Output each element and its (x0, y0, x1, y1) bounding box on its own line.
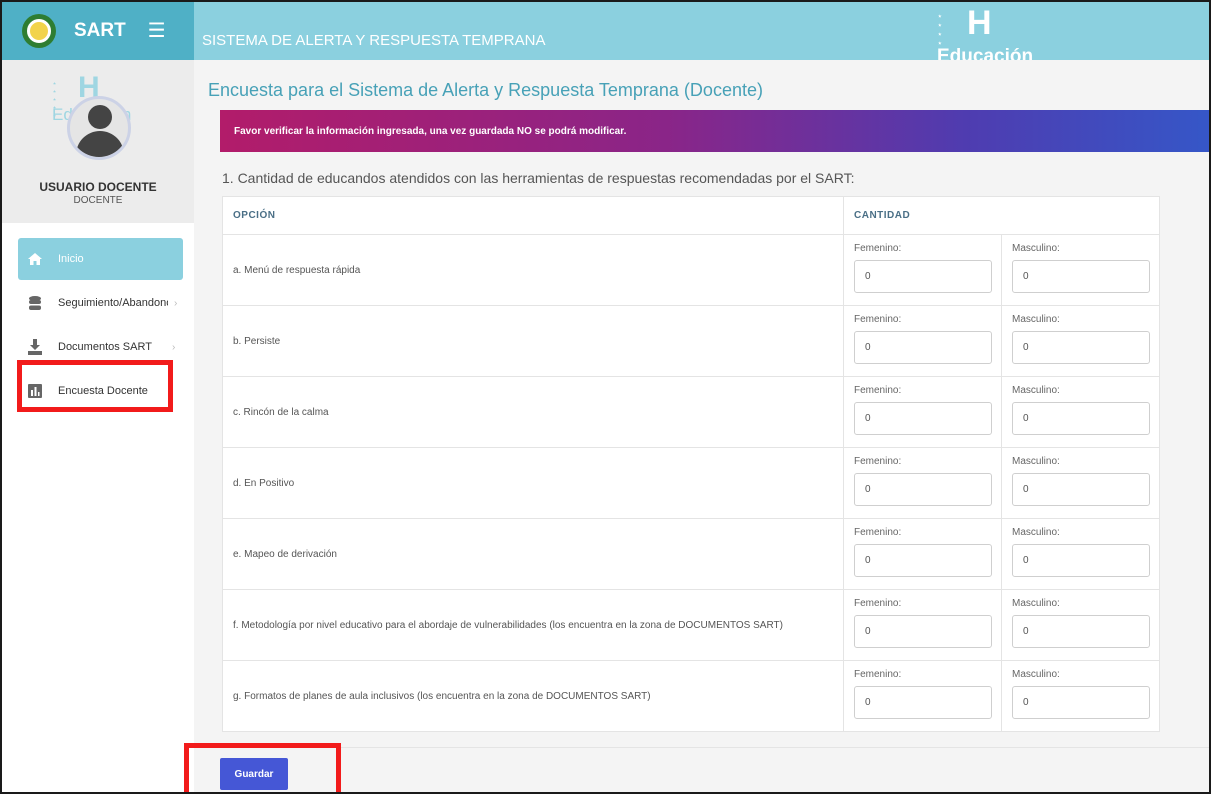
female-quantity-input[interactable] (854, 544, 992, 577)
male-quantity-input[interactable] (1012, 473, 1150, 506)
table-row: a. Menú de respuesta rápida Femenino: Masc… (222, 234, 1160, 306)
female-cell: Femenino: (843, 234, 1002, 306)
option-label: g. Formatos de planes de aula inclusivos… (222, 660, 844, 732)
brand-name: SART (74, 20, 126, 41)
male-cell: Masculino: (1001, 447, 1160, 519)
user-role: DOCENTE (73, 195, 123, 206)
female-label: Femenino: (854, 456, 902, 467)
highlight-box-save (184, 743, 341, 792)
table-row: c. Rincón de la calma Femenino: Masculino: (222, 376, 1160, 448)
brand-bar: SART ☰ (2, 2, 194, 60)
female-label: Femenino: (854, 669, 902, 680)
user-name: USUARIO DOCENTE (39, 180, 157, 194)
header-title: SISTEMA DE ALERTA Y RESPUESTA TEMPRANA (202, 32, 546, 49)
sidebar-item-label: Seguimiento/Abandono (58, 297, 168, 309)
male-cell: Masculino: (1001, 518, 1160, 590)
table-row: e. Mapeo de derivación Femenino: Masculino… (222, 518, 1160, 590)
male-label: Masculino: (1012, 527, 1060, 538)
female-cell: Femenino: (843, 376, 1002, 448)
male-label: Masculino: (1012, 243, 1060, 254)
column-header-option: OPCIÓN (222, 196, 844, 235)
table-row: g. Formatos de planes de aula inclusivos… (222, 660, 1160, 732)
male-cell: Masculino: (1001, 234, 1160, 306)
sidebar-item-inicio[interactable]: Inicio (18, 238, 183, 280)
form-divider (208, 747, 1209, 748)
option-label: d. En Positivo (222, 447, 844, 519)
home-icon (26, 250, 44, 268)
female-cell: Femenino: (843, 589, 1002, 661)
male-quantity-input[interactable] (1012, 260, 1150, 293)
female-label: Femenino: (854, 527, 902, 538)
male-cell: Masculino: (1001, 660, 1160, 732)
male-label: Masculino: (1012, 314, 1060, 325)
male-quantity-input[interactable] (1012, 615, 1150, 648)
male-cell: Masculino: (1001, 376, 1160, 448)
female-label: Femenino: (854, 243, 902, 254)
highlight-box-sidebar (17, 360, 173, 412)
male-cell: Masculino: (1001, 305, 1160, 377)
header-bar: SISTEMA DE ALERTA Y RESPUESTA TEMPRANA ⋆… (194, 2, 1209, 67)
logo-mark: H (967, 4, 992, 42)
menu-toggle-icon[interactable]: ☰ (148, 21, 166, 41)
sidebar: ⋆ ⋆ ⋆⋆ ⋆ H Educación USUARIO DOCENTE DOC… (2, 60, 194, 792)
column-header-quantity: CANTIDAD (843, 196, 1160, 235)
table-row: f. Metodología por nivel educativo para … (222, 589, 1160, 661)
sidebar-item-seguimiento[interactable]: Seguimiento/Abandono › (18, 282, 183, 324)
database-icon (26, 294, 44, 312)
male-label: Masculino: (1012, 385, 1060, 396)
female-quantity-input[interactable] (854, 260, 992, 293)
question-title: 1. Cantidad de educandos atendidos con l… (222, 170, 855, 186)
female-quantity-input[interactable] (854, 686, 992, 719)
sidebar-item-label: Documentos SART (58, 341, 152, 353)
page-title: Encuesta para el Sistema de Alerta y Res… (208, 80, 763, 100)
male-quantity-input[interactable] (1012, 686, 1150, 719)
option-label: b. Persiste (222, 305, 844, 377)
avatar (67, 96, 131, 160)
sidebar-item-label: Inicio (58, 253, 84, 265)
female-label: Femenino: (854, 385, 902, 396)
male-label: Masculino: (1012, 598, 1060, 609)
male-quantity-input[interactable] (1012, 331, 1150, 364)
female-quantity-input[interactable] (854, 402, 992, 435)
female-label: Femenino: (854, 598, 902, 609)
male-label: Masculino: (1012, 456, 1060, 467)
option-label: a. Menú de respuesta rápida (222, 234, 844, 306)
female-cell: Femenino: (843, 660, 1002, 732)
female-cell: Femenino: (843, 518, 1002, 590)
table-row: d. En Positivo Femenino: Masculino: (222, 447, 1160, 519)
male-quantity-input[interactable] (1012, 544, 1150, 577)
chevron-right-icon: › (171, 341, 176, 353)
female-quantity-input[interactable] (854, 331, 992, 364)
option-label: e. Mapeo de derivación (222, 518, 844, 590)
option-label: f. Metodología por nivel educativo para … (222, 589, 844, 661)
sart-logo-icon (22, 14, 56, 48)
app-window: SART ☰ SISTEMA DE ALERTA Y RESPUESTA TEM… (0, 0, 1211, 794)
chevron-right-icon: › (174, 297, 178, 309)
warning-alert: Favor verificar la información ingresada… (220, 110, 1209, 152)
female-quantity-input[interactable] (854, 615, 992, 648)
table-header-row: OPCIÓN CANTIDAD (222, 196, 1160, 235)
male-label: Masculino: (1012, 669, 1060, 680)
female-cell: Femenino: (843, 305, 1002, 377)
male-cell: Masculino: (1001, 589, 1160, 661)
female-cell: Femenino: (843, 447, 1002, 519)
female-label: Femenino: (854, 314, 902, 325)
female-quantity-input[interactable] (854, 473, 992, 506)
survey-table: OPCIÓN CANTIDAD a. Menú de respuesta ráp… (222, 196, 1160, 732)
user-profile-panel: ⋆ ⋆ ⋆⋆ ⋆ H Educación USUARIO DOCENTE DOC… (2, 60, 194, 223)
option-label: c. Rincón de la calma (222, 376, 844, 448)
male-quantity-input[interactable] (1012, 402, 1150, 435)
main-content: Encuesta para el Sistema de Alerta y Res… (194, 60, 1209, 792)
table-row: b. Persiste Femenino: Masculino: (222, 305, 1160, 377)
download-icon (26, 338, 44, 356)
